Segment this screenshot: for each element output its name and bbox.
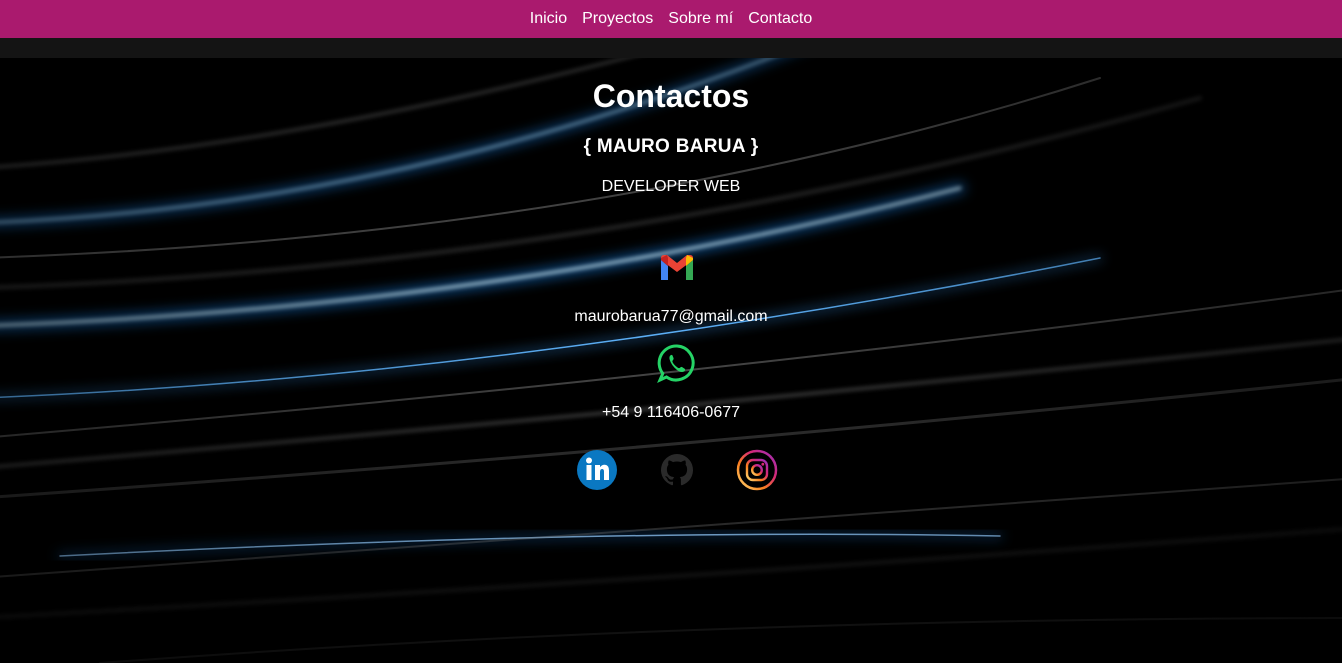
page-title: Contactos — [592, 78, 750, 114]
gmail-icon[interactable] — [659, 254, 695, 282]
nav-link-proyectos[interactable]: Proyectos — [582, 10, 653, 28]
github-icon[interactable] — [656, 449, 698, 491]
nav-link-inicio[interactable]: Inicio — [530, 10, 567, 28]
developer-role: DEVELOPER WEB — [601, 178, 741, 195]
instagram-icon[interactable] — [736, 449, 778, 491]
email-text[interactable]: maurobarua77@gmail.com — [0, 308, 1342, 326]
linkedin-icon[interactable] — [576, 449, 618, 491]
nav-link-contacto[interactable]: Contacto — [748, 10, 812, 28]
nav-shadow-strip — [0, 38, 1342, 58]
developer-name: { MAURO BARUA } — [583, 136, 759, 157]
nav-link-sobre-mi[interactable]: Sobre mí — [668, 10, 733, 28]
top-navbar: Inicio Proyectos Sobre mí Contacto — [0, 0, 1342, 38]
phone-text[interactable]: +54 9 116406-0677 — [0, 404, 1342, 422]
whatsapp-icon[interactable] — [657, 343, 697, 383]
